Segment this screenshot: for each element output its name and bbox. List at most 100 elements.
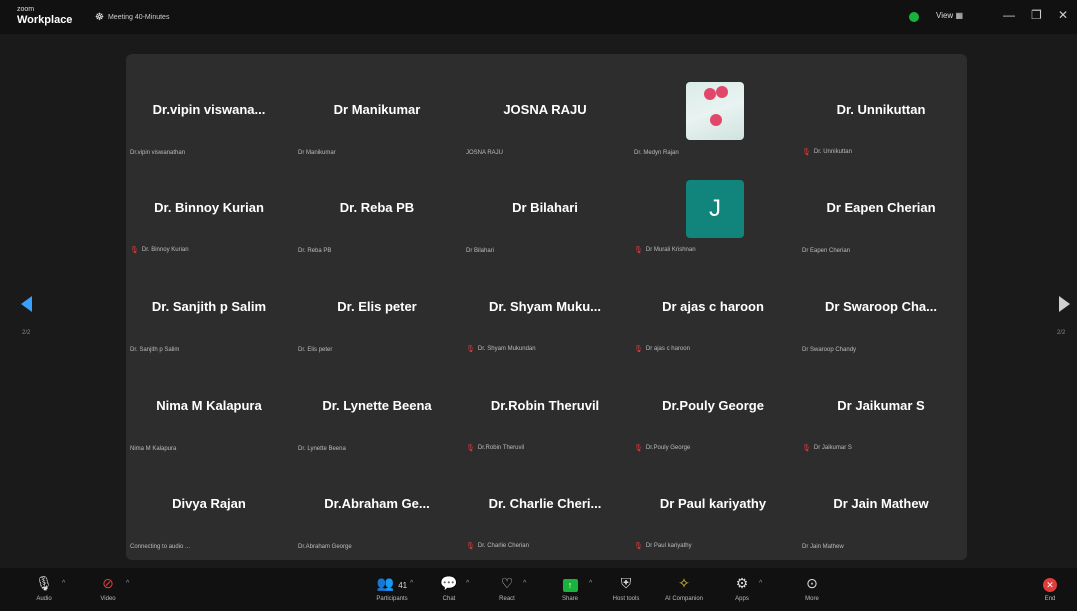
participant-name-label: Dr Swaroop Chandy (802, 347, 856, 353)
video-options-chevron-icon[interactable]: ^ (126, 580, 129, 587)
participant-display-name: Dr. Charlie Cheri... (488, 496, 602, 511)
participant-label-text: Dr. Charlie Cherian (477, 543, 529, 549)
more-button[interactable]: ⊙ More (787, 574, 837, 602)
view-button[interactable]: View ▦ (936, 11, 963, 20)
gallery-grid: Dr.vipin viswana... Dr.vipin viswanathan D… (126, 54, 967, 560)
share-label: Share (561, 596, 578, 602)
share-options-chevron-icon[interactable]: ^ (589, 580, 592, 587)
react-options-chevron-icon[interactable]: ^ (523, 580, 526, 587)
participants-label: Participants (376, 596, 408, 602)
participant-display-name: Dr Paul kariyathy (659, 496, 767, 511)
minimize-icon[interactable]: — (1003, 8, 1015, 22)
participant-name-label: JOSNA RAJU (466, 150, 503, 156)
participant-tile[interactable]: Dr Eapen Cherian Dr Eapen Cherian (798, 164, 964, 262)
share-button[interactable]: ↑ Share (545, 574, 595, 602)
participant-display-name: Dr Jaikumar S (837, 398, 925, 413)
participant-display-name: Dr Jain Mathew (833, 496, 929, 511)
audio-options-chevron-icon[interactable]: ^ (62, 580, 65, 587)
video-button[interactable]: ⊘ Video (83, 574, 133, 602)
participant-tile[interactable]: Dr Manikumar Dr Manikumar (294, 66, 460, 164)
participant-label-text: Dr Manikumar (298, 150, 336, 156)
end-label: End (1044, 596, 1056, 602)
muted-mic-icon: 🎙 (466, 346, 475, 353)
participant-name-label: 🎙 Dr. Binnoy Kurian (130, 246, 189, 254)
muted-mic-icon: 🎙 (634, 346, 643, 353)
ai-companion-button[interactable]: ✧ AI Companion (659, 574, 709, 602)
participant-display-name: Dr. Lynette Beena (322, 398, 432, 413)
participant-display-name: Nima M Kalapura (156, 398, 262, 413)
audio-button[interactable]: 🎙 Audio (19, 574, 69, 602)
participant-tile[interactable]: Dr Paul kariyathy 🎙 Dr Paul kariyathy (630, 460, 796, 558)
security-shield-icon[interactable] (909, 12, 919, 22)
participant-name-label: Dr. Medyn Rajan (634, 150, 679, 156)
participant-name-label: 🎙 Dr.Pouly George (634, 444, 690, 452)
previous-page-icon[interactable] (21, 296, 32, 312)
participant-tile[interactable]: Dr. Shyam Muku... 🎙 Dr. Shyam Mukundan (462, 263, 628, 361)
participant-tile[interactable]: Dr. Charlie Cheri... 🎙 Dr. Charlie Cherian (462, 460, 628, 558)
meeting-info[interactable]: ☸ Meeting 40-Minutes (95, 12, 169, 23)
participant-label-text: Dr. Medyn Rajan (634, 150, 679, 156)
react-button[interactable]: ♡ React (482, 574, 532, 602)
participant-tile[interactable]: Nima M Kalapura Nima M Kalapura (126, 362, 292, 460)
participant-tile[interactable]: Dr Jain Mathew Dr Jain Mathew (798, 460, 964, 558)
participant-display-name: Divya Rajan (172, 496, 246, 511)
participant-tile[interactable]: Dr. Medyn Rajan (630, 66, 796, 164)
participant-name-label: 🎙 Dr ajas c haroon (634, 345, 690, 353)
participant-tile[interactable]: Dr ajas c haroon 🎙 Dr ajas c haroon (630, 263, 796, 361)
next-page-icon[interactable] (1059, 296, 1070, 312)
apps-button[interactable]: ⚙ Apps (717, 574, 767, 602)
participant-label-text: Dr. Reba PB (298, 248, 332, 254)
participant-display-name: Dr. Elis peter (337, 299, 417, 314)
participant-tile[interactable]: Dr. Lynette Beena Dr. Lynette Beena (294, 362, 460, 460)
participant-name-label: 🎙 Dr. Unnikuttan (802, 148, 852, 156)
participant-label-text: Connecting to audio ... (130, 544, 191, 550)
participant-name-label: Dr. Reba PB (298, 248, 331, 254)
chat-options-chevron-icon[interactable]: ^ (466, 580, 469, 587)
sparkle-icon: ✧ (678, 575, 690, 591)
meeting-toolbar: 🎙 Audio ^ ⊘ Video ^ 👥 41 Participants ^ … (0, 568, 1077, 611)
participants-options-chevron-icon[interactable]: ^ (410, 580, 413, 587)
participant-tile[interactable]: JOSNA RAJU JOSNA RAJU (462, 66, 628, 164)
participant-name-label: Dr.Abraham George (298, 544, 352, 550)
participant-name-label: 🎙 Dr Jaikumar S (802, 444, 852, 452)
participant-label-text: Dr. Unnikuttan (813, 149, 852, 155)
avatar-initial: J (686, 180, 744, 238)
participant-tile[interactable]: Dr.vipin viswana... Dr.vipin viswanathan (126, 66, 292, 164)
muted-mic-icon: 🎙 (130, 247, 139, 254)
participant-tile[interactable]: Dr. Reba PB Dr. Reba PB (294, 164, 460, 262)
participant-label-text: JOSNA RAJU (466, 150, 504, 156)
participant-name-label: 🎙 Dr Murali Krishnan (634, 246, 696, 254)
participant-tile[interactable]: Dr Bilahari Dr Bilahari (462, 164, 628, 262)
participant-display-name: JOSNA RAJU (503, 102, 587, 117)
participant-tile[interactable]: Dr Jaikumar S 🎙 Dr Jaikumar S (798, 362, 964, 460)
chat-button[interactable]: 💬 Chat (424, 574, 474, 602)
muted-mic-icon: 🎙 (634, 247, 643, 254)
participant-tile[interactable]: J 🎙 Dr Murali Krishnan (630, 164, 796, 262)
participant-tile[interactable]: Dr Swaroop Cha... Dr Swaroop Chandy (798, 263, 964, 361)
participant-tile[interactable]: Divya Rajan Connecting to audio ... (126, 460, 292, 558)
avatar-photo (686, 82, 744, 140)
page-indicator-right: 2/2 (1057, 330, 1066, 336)
participant-label-text: Dr Bilahari (466, 248, 495, 254)
participant-label-text: Dr Jaikumar S (813, 445, 852, 451)
participant-tile[interactable]: Dr. Elis peter Dr. Elis peter (294, 263, 460, 361)
participant-tile[interactable]: Dr. Unnikuttan 🎙 Dr. Unnikuttan (798, 66, 964, 164)
participant-display-name: Dr. Reba PB (339, 200, 415, 215)
apps-label: Apps (735, 596, 749, 602)
end-button[interactable]: ✕ End (1025, 574, 1075, 602)
host-tools-button[interactable]: ⛨ Host tools (601, 574, 651, 602)
apps-options-chevron-icon[interactable]: ^ (759, 580, 762, 587)
participant-tile[interactable]: Dr. Binnoy Kurian 🎙 Dr. Binnoy Kurian (126, 164, 292, 262)
end-icon: ✕ (1025, 574, 1075, 592)
participant-tile[interactable]: Dr.Pouly George 🎙 Dr.Pouly George (630, 362, 796, 460)
participants-button[interactable]: 👥 41 Participants (367, 574, 417, 602)
close-icon[interactable]: ✕ (1058, 8, 1068, 22)
participant-tile[interactable]: Dr.Robin Theruvil 🎙 Dr.Robin Theruvil (462, 362, 628, 460)
participant-tile[interactable]: Dr. Sanjith p Salim Dr. Sanjith p Salim (126, 263, 292, 361)
participant-tile[interactable]: Dr.Abraham Ge... Dr.Abraham George (294, 460, 460, 558)
restore-icon[interactable]: ❐ (1031, 8, 1042, 22)
chat-label: Chat (442, 596, 456, 602)
participant-label-text: Nima M Kalapura (130, 446, 177, 452)
title-bar: zoom Workplace ☸ Meeting 40-Minutes View… (0, 0, 1077, 34)
participant-display-name: Dr.vipin viswana... (152, 102, 266, 117)
